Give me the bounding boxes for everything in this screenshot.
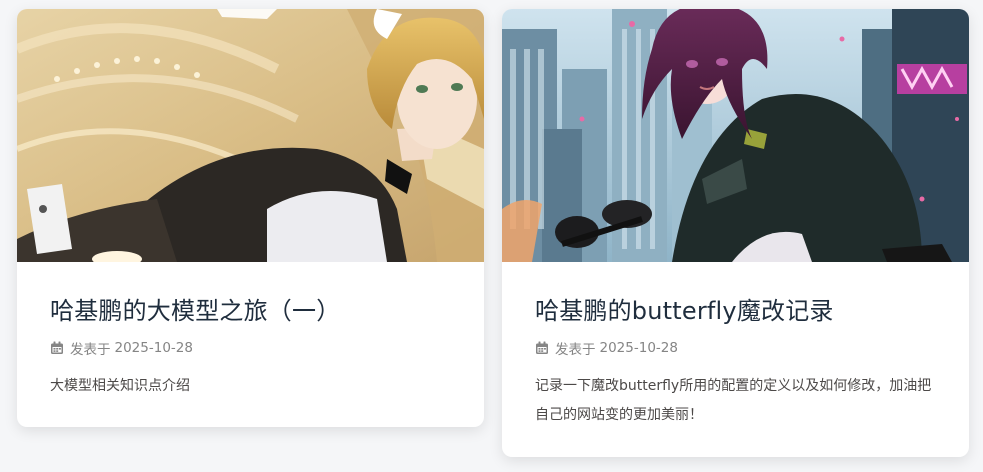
post-title[interactable]: 哈基鹏的butterfly魔改记录 <box>535 294 936 328</box>
anime-girl-city-cover-image <box>502 9 969 262</box>
post-cover-image[interactable] <box>502 9 969 262</box>
calendar-icon <box>51 341 63 354</box>
post-info: 哈基鹏的butterfly魔改记录 发表于 2025-10-28 记录一下魔改b… <box>502 262 969 430</box>
post-meta: 发表于 2025-10-28 <box>535 338 936 358</box>
post-date-label: 发表于 <box>70 342 111 358</box>
post-card[interactable]: 哈基鹏的大模型之旅（一） 发表于 2025-10-28 大模型相关知识点介绍 <box>17 9 484 427</box>
anime-girl-bunny-cover-image <box>17 9 484 262</box>
post-cover-image[interactable] <box>17 9 484 262</box>
post-meta: 发表于 2025-10-28 <box>50 338 451 358</box>
post-excerpt: 记录一下魔改butterfly所用的配置的定义以及如何修改，加油把自己的网站变的… <box>535 378 932 423</box>
post-info: 哈基鹏的大模型之旅（一） 发表于 2025-10-28 大模型相关知识点介绍 <box>17 262 484 401</box>
post-title[interactable]: 哈基鹏的大模型之旅（一） <box>50 294 451 328</box>
post-excerpt: 大模型相关知识点介绍 <box>50 378 190 394</box>
post-card[interactable]: 哈基鹏的butterfly魔改记录 发表于 2025-10-28 记录一下魔改b… <box>502 9 969 457</box>
post-date-label: 发表于 <box>555 342 596 358</box>
post-date: 2025-10-28 <box>599 340 678 356</box>
calendar-icon <box>536 341 548 354</box>
post-grid: 哈基鹏的大模型之旅（一） 发表于 2025-10-28 大模型相关知识点介绍 哈… <box>0 0 983 472</box>
post-date: 2025-10-28 <box>114 340 193 356</box>
